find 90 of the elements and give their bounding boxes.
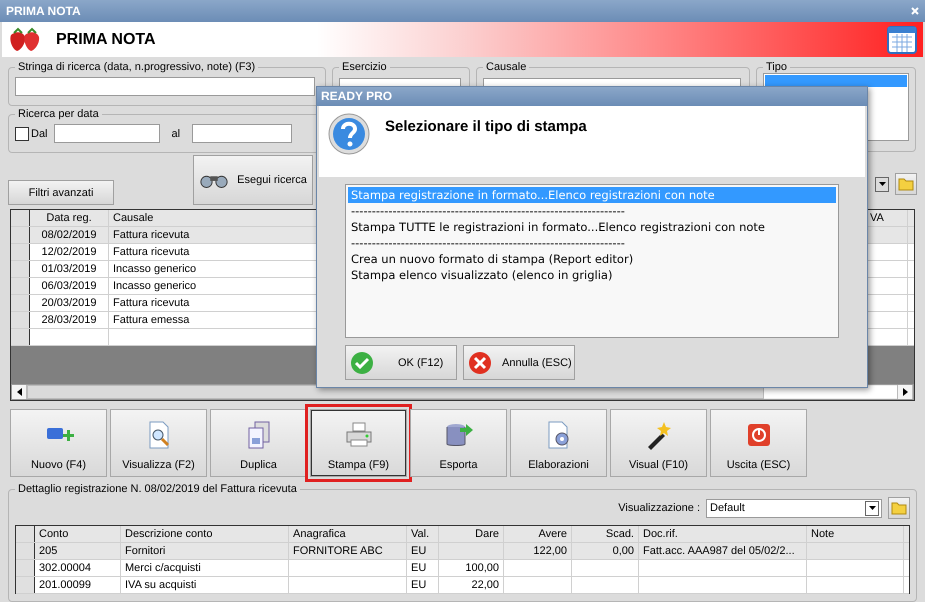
table-cell: 08/02/2019 — [30, 227, 109, 243]
table-row[interactable]: 302.00004 Merci c/acquisti EU 100,00 — [16, 560, 909, 577]
toolbar-button[interactable]: Visual (F10) — [610, 409, 707, 477]
header-title: PRIMA NOTA — [56, 30, 157, 48]
left-arrow-icon — [16, 388, 22, 396]
toolbar-button[interactable]: Nuovo (F4) — [10, 409, 107, 477]
table-cell: 28/03/2019 — [30, 312, 109, 328]
table-cell: 0,00 — [572, 543, 639, 559]
table-cell: Fornitori — [121, 543, 289, 559]
group-label: Stringa di ricerca (data, n.progressivo, note) (F3) — [17, 61, 256, 73]
dialog-heading: Selezionare il tipo di stampa — [385, 118, 587, 135]
toolbar-button[interactable]: Esporta — [410, 409, 507, 477]
row-header[interactable] — [11, 227, 30, 243]
table-cell: 100,00 — [439, 560, 504, 576]
table-cell: 20/03/2019 — [30, 295, 109, 311]
column-header: Scad. — [572, 526, 639, 542]
caret-icon — [878, 182, 886, 186]
window-title: PRIMA NOTA — [6, 4, 81, 18]
row-header[interactable] — [16, 526, 35, 542]
table-cell: EU — [407, 560, 439, 576]
row-header[interactable] — [11, 295, 30, 311]
row-header[interactable] — [11, 278, 30, 294]
table-cell: Merci c/acquisti — [121, 560, 289, 576]
folder-icon — [898, 177, 914, 191]
cancel-button[interactable]: Annulla (ESC) — [463, 345, 575, 380]
column-header: Val. — [407, 526, 439, 542]
group-label: Dettaglio registrazione N. 08/02/2019 del Fattura ricevuta — [17, 483, 298, 495]
column-header: Data reg. — [30, 210, 109, 226]
table-cell: 122,00 — [504, 543, 572, 559]
column-header: Descrizione conto — [121, 526, 289, 542]
table-cell: IVA su acquisti — [121, 577, 289, 593]
close-icon — [468, 350, 492, 375]
table-cell: 06/03/2019 — [30, 278, 109, 294]
toolbar-button[interactable]: Elaborazioni — [510, 409, 607, 477]
table-row[interactable]: 201.00099 IVA su acquisti EU 22,00 — [16, 577, 909, 594]
table-cell: FORNITORE ABC — [289, 543, 407, 559]
row-header[interactable] — [11, 244, 30, 260]
table-cell: EU — [407, 577, 439, 593]
run-search-button[interactable]: Esegui ricerca — [193, 155, 313, 205]
close-icon — [911, 7, 919, 15]
folder-button[interactable] — [895, 173, 917, 195]
group-label: Causale — [485, 61, 528, 73]
row-header[interactable] — [11, 210, 30, 226]
dropdown-value: Default — [710, 502, 745, 514]
checkbox-label: Dal — [31, 128, 48, 140]
right-arrow-icon — [902, 388, 908, 396]
toolbar-button[interactable]: Duplica — [210, 409, 307, 477]
column-header: Conto — [35, 526, 121, 542]
question-icon — [327, 112, 371, 156]
dropdown-button[interactable] — [875, 176, 889, 192]
row-header[interactable] — [16, 560, 35, 576]
group-label: Esercizio — [341, 61, 388, 73]
view-dropdown[interactable]: Default — [706, 498, 882, 518]
folder-button[interactable] — [888, 497, 910, 519]
table-cell: 01/03/2019 — [30, 261, 109, 277]
ok-button[interactable]: OK (F12) — [345, 345, 457, 380]
table-cell: 302.00004 — [35, 560, 121, 576]
table-row[interactable]: 205 Fornitori FORNITORE ABC EU 122,00 0,00 Fatt.acc. AAA987 del 05/02/2... — [16, 543, 909, 560]
caret-icon — [868, 506, 876, 510]
checkbox[interactable] — [15, 126, 29, 140]
group-label: Ricerca per data — [17, 108, 100, 120]
column-header: Dare — [439, 526, 504, 542]
folder-icon — [891, 501, 907, 515]
column-header: Anagrafica — [289, 526, 407, 542]
view-label: Visualizzazione : — [618, 502, 700, 514]
calendar-icon — [887, 26, 917, 54]
dropdown-button[interactable] — [865, 500, 879, 516]
table-cell: 22,00 — [439, 577, 504, 593]
table-cell: Fatt.acc. AAA987 del 05/02/2... — [639, 543, 807, 559]
dialog-title: READY PRO — [321, 89, 392, 104]
column-header: Note — [807, 526, 904, 542]
advanced-filters-button[interactable]: Filtri avanzati — [8, 180, 114, 205]
search-field[interactable] — [15, 77, 315, 96]
row-header[interactable] — [11, 261, 30, 277]
row-header[interactable] — [16, 543, 35, 559]
date-field[interactable] — [54, 124, 160, 143]
date-to-label: al — [172, 128, 180, 140]
table-cell: 12/02/2019 — [30, 244, 109, 260]
row-header[interactable] — [11, 312, 30, 328]
checkmark-icon — [350, 350, 374, 375]
toolbar-button[interactable]: Uscita (ESC) — [710, 409, 807, 477]
table-cell: 205 — [35, 543, 121, 559]
date-field[interactable] — [192, 124, 292, 143]
table-cell: 201.00099 — [35, 577, 121, 593]
column-header: Doc.rif. — [639, 526, 807, 542]
group-label: Tipo — [765, 61, 788, 73]
row-header[interactable] — [16, 577, 35, 593]
toolbar-button[interactable]: Visualizza (F2) — [110, 409, 207, 477]
table-cell: EU — [407, 543, 439, 559]
column-header: Avere — [504, 526, 572, 542]
